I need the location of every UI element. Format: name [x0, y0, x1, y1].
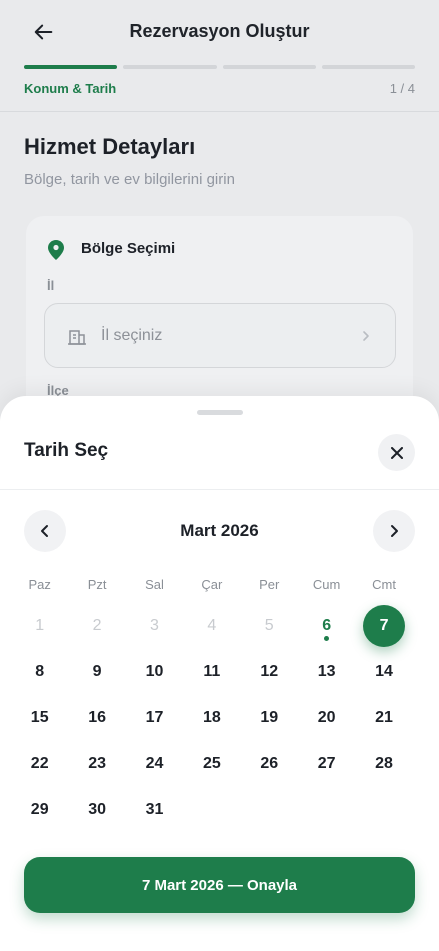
day-cell[interactable]: 24: [126, 741, 183, 787]
weekday-label: Paz: [28, 577, 51, 592]
day-number: 29: [30, 801, 49, 818]
day-cell[interactable]: 28: [355, 741, 412, 787]
day-cell[interactable]: 18: [183, 695, 240, 741]
today-dot: [324, 636, 330, 641]
weekday-header: Paz Pzt Sal Çar Per Cum Cmt: [11, 577, 439, 592]
day-number: 9: [92, 663, 102, 680]
chevron-right-icon: [391, 525, 398, 537]
day-number: 25: [202, 755, 221, 772]
weekday-label: Çar: [201, 577, 223, 592]
sheet-grabber[interactable]: [197, 410, 243, 415]
day-number: 5: [264, 617, 274, 634]
day-number: 6: [322, 617, 332, 634]
progress-segment: [123, 65, 217, 69]
step-label: Konum & Tarih: [24, 81, 117, 96]
day-cell[interactable]: 9: [68, 649, 125, 695]
day-cell[interactable]: 12: [241, 649, 298, 695]
day-number: 4: [207, 617, 217, 634]
day-cell[interactable]: 22: [11, 741, 68, 787]
day-number: 1: [35, 617, 45, 634]
next-month-button[interactable]: [373, 510, 415, 552]
day-number: 15: [30, 709, 49, 726]
day-cell[interactable]: 14: [355, 649, 412, 695]
step-count: 1 / 4: [389, 81, 415, 96]
weekday-label: Cmt: [372, 577, 396, 592]
day-number: 30: [88, 801, 106, 818]
confirm-date-button[interactable]: 7 Mart 2026 — Onayla: [24, 857, 415, 913]
day-cell: 5: [241, 603, 298, 649]
day-cell[interactable]: 23: [68, 741, 125, 787]
day-number: 10: [145, 663, 164, 680]
section-title: Hizmet Detayları: [24, 134, 196, 159]
weekday-label: Pzt: [87, 577, 107, 592]
day-cell-today[interactable]: 6: [298, 603, 355, 649]
day-cell[interactable]: 11: [183, 649, 240, 695]
map-pin-icon: [48, 240, 64, 260]
day-number: 19: [260, 709, 279, 726]
progress-segment: [24, 65, 118, 69]
day-number: 24: [145, 755, 164, 772]
day-number: 17: [145, 709, 164, 726]
day-number: 7: [363, 605, 406, 647]
progress-segment: [321, 65, 415, 69]
weekday-label: Cum: [312, 577, 341, 592]
day-number: 22: [30, 755, 49, 772]
day-cell: 2: [68, 603, 125, 649]
day-number: 26: [260, 755, 279, 772]
day-cell[interactable]: 20: [298, 695, 355, 741]
date-picker-sheet: Tarih Seç Mart 2026 Paz Pzt Sal Çar Per Cum Cm…: [0, 396, 439, 951]
city-select[interactable]: İl seçiniz: [44, 303, 396, 368]
weekday-label: Per: [259, 577, 280, 592]
day-number: 28: [375, 755, 393, 772]
day-number: 8: [35, 663, 45, 680]
app-bar: Rezervasyon Oluştur Konum & Tarih 1 / 4: [0, 0, 439, 112]
day-cell[interactable]: 15: [11, 695, 68, 741]
day-cell-selected[interactable]: 7: [355, 603, 412, 649]
day-cell: 1: [11, 603, 68, 649]
day-cell[interactable]: 21: [355, 695, 412, 741]
day-number: 2: [92, 617, 102, 634]
day-number: 23: [88, 755, 106, 772]
day-cell[interactable]: 26: [241, 741, 298, 787]
day-cell[interactable]: 30: [68, 787, 125, 833]
day-cell[interactable]: 16: [68, 695, 125, 741]
day-number: 14: [375, 663, 393, 680]
close-button[interactable]: [378, 434, 415, 471]
city-select-placeholder: İl seçiniz: [101, 327, 163, 344]
day-number: 3: [150, 617, 159, 634]
day-cell[interactable]: 8: [11, 649, 68, 695]
day-cell[interactable]: 19: [241, 695, 298, 741]
day-number: 13: [317, 663, 336, 680]
chevron-right-icon: [363, 331, 369, 341]
day-cell[interactable]: 17: [126, 695, 183, 741]
progress-segment: [222, 65, 316, 69]
day-cell: 4: [183, 603, 240, 649]
city-label: İl: [47, 278, 55, 293]
calendar-grid: 1 2 3 4 5 6 7 8 9 10 11 12 13 14 15 16 17 18 19 20 21 22 23 24 2…: [11, 603, 439, 833]
region-card-title: Bölge Seçimi: [81, 240, 176, 257]
day-number: 16: [88, 709, 106, 726]
day-number: 20: [317, 709, 336, 726]
day-cell[interactable]: 31: [126, 787, 183, 833]
weekday-label: Sal: [145, 577, 164, 592]
sheet-divider: [0, 489, 439, 490]
day-number: 21: [375, 709, 393, 726]
day-number: 31: [145, 801, 164, 818]
day-cell[interactable]: 13: [298, 649, 355, 695]
day-number: 27: [317, 755, 336, 772]
day-cell[interactable]: 10: [126, 649, 183, 695]
building-icon: [68, 330, 86, 345]
section-subtitle: Bölge, tarih ve ev bilgilerini girin: [24, 171, 235, 188]
day-number: 12: [260, 663, 279, 680]
page-title: Rezervasyon Oluştur: [129, 21, 310, 41]
day-cell: 3: [126, 603, 183, 649]
day-number: 18: [202, 709, 221, 726]
day-cell[interactable]: 29: [11, 787, 68, 833]
sheet-title: Tarih Seç: [24, 440, 109, 461]
day-number: 11: [203, 663, 221, 680]
day-cell[interactable]: 27: [298, 741, 355, 787]
day-cell[interactable]: 25: [183, 741, 240, 787]
step-progress-bar: [24, 65, 415, 69]
close-icon: [390, 446, 403, 459]
